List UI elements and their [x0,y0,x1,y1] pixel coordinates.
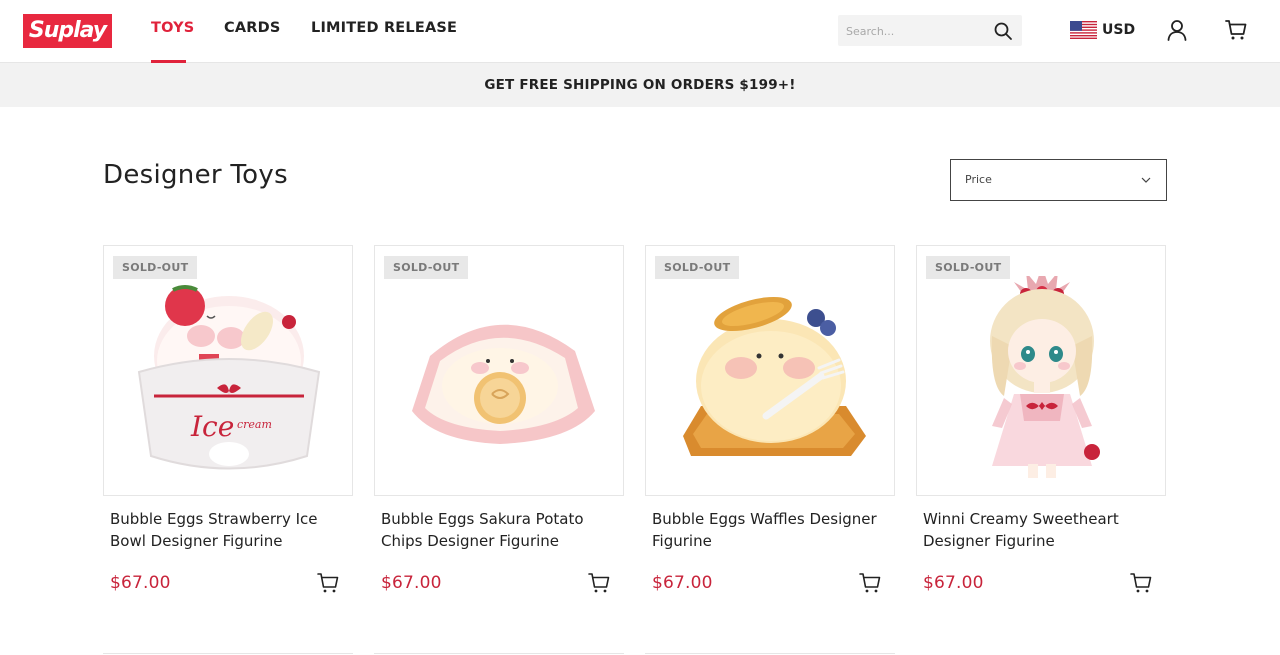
product-name[interactable]: Bubble Eggs Waffles Designer Figurine [652,508,888,552]
cart-icon[interactable] [1225,19,1247,41]
sort-selected-value: Price [965,173,992,186]
sold-out-badge: SOLD-OUT [384,256,469,279]
product-card[interactable]: SOLD-OUT Bubble Eggs Waffles Designer Fi… [645,245,895,593]
nav-limited-release[interactable]: LIMITED RELEASE [311,20,457,36]
shipping-banner: GET FREE SHIPPING ON ORDERS $199+! [0,63,1280,107]
site-header: Suplay TOYS CARDS LIMITED RELEASE USD [0,0,1280,63]
sakura-potato-chips-image [412,324,595,444]
add-to-cart-icon[interactable] [1130,572,1152,594]
sold-out-badge: SOLD-OUT [926,256,1011,279]
product-price: $67.00 [923,573,984,593]
product-price: $67.00 [652,573,713,593]
product-image[interactable]: SOLD-OUT [374,245,624,496]
product-card[interactable]: SOLD-OUT Bubble Eggs Sakura Potato Chips… [374,245,624,593]
product-name[interactable]: Winni Creamy Sweetheart Designer Figurin… [923,508,1159,552]
suplay-logo[interactable]: Suplay [23,14,112,48]
strawberry-ice-bowl-image: Ice cream [137,285,321,470]
sort-dropdown[interactable]: Price [950,159,1167,201]
search-icon[interactable] [993,21,1013,41]
currency-selector[interactable]: USD [1070,20,1135,40]
product-image[interactable]: Ice cream SOLD-OUT [103,245,353,496]
search-input[interactable] [846,21,986,41]
nav-toys[interactable]: TOYS [151,20,194,36]
product-image[interactable]: SOLD-OUT [916,245,1166,496]
account-icon[interactable] [1166,19,1188,41]
us-flag-icon [1070,21,1097,39]
svg-text:Ice: Ice [190,410,234,443]
nav-cards[interactable]: CARDS [224,20,281,36]
add-to-cart-icon[interactable] [317,572,339,594]
winni-doll-image [990,276,1100,478]
waffles-image [683,296,866,456]
product-price: $67.00 [110,573,171,593]
svg-text:cream: cream [237,418,272,431]
product-image[interactable]: SOLD-OUT [645,245,895,496]
product-name[interactable]: Bubble Eggs Strawberry Ice Bowl Designer… [110,508,346,552]
sold-out-badge: SOLD-OUT [655,256,740,279]
add-to-cart-icon[interactable] [588,572,610,594]
currency-label: USD [1102,22,1136,38]
page-title: Designer Toys [103,160,288,190]
shipping-banner-text: GET FREE SHIPPING ON ORDERS $199+! [484,77,796,93]
product-name[interactable]: Bubble Eggs Sakura Potato Chips Designer… [381,508,617,552]
product-card[interactable]: SOLD-OUT Winni Creamy Sweetheart Designe… [916,245,1166,593]
product-card[interactable]: Ice cream SOLD-OUT Bubble Eggs Strawberr… [103,245,353,593]
add-to-cart-icon[interactable] [859,572,881,594]
chevron-down-icon [1141,177,1151,183]
product-price: $67.00 [381,573,442,593]
sold-out-badge: SOLD-OUT [113,256,198,279]
